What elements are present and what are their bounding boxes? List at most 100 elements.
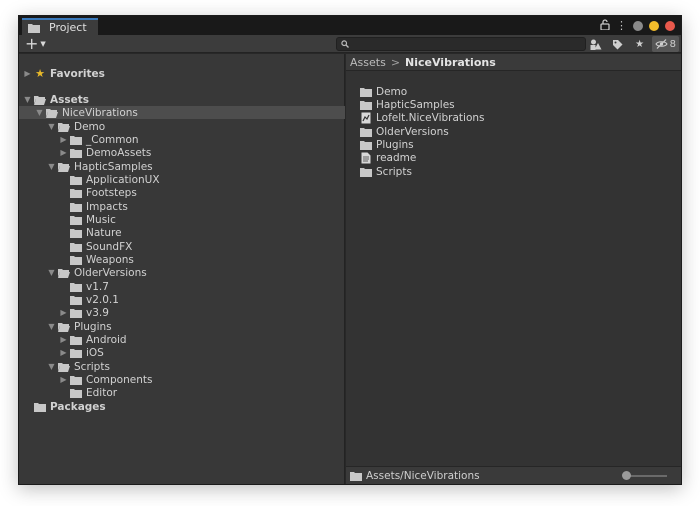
- tab-label: Project: [49, 21, 87, 34]
- folder-tree-panel[interactable]: ▶ ★ Favorites ▼ Assets ▼ NiceVibrations …: [19, 54, 345, 484]
- folder-icon: [70, 214, 82, 226]
- maximize-button[interactable]: [633, 21, 643, 31]
- content-item-plugins[interactable]: Plugins: [360, 138, 414, 151]
- folder-open-icon: [58, 321, 70, 333]
- search-input[interactable]: [353, 38, 573, 50]
- chevron-down-icon[interactable]: ▼: [47, 162, 56, 171]
- tree-item-haptic-samples[interactable]: ▼ HapticSamples: [47, 160, 152, 173]
- icon-size-slider[interactable]: [622, 471, 667, 480]
- content-item-scripts[interactable]: Scripts: [360, 165, 412, 178]
- tree-item-plugins[interactable]: ▼ Plugins: [47, 320, 111, 333]
- folder-icon: [70, 134, 82, 146]
- eye-slash-icon: [654, 39, 668, 49]
- project-window: Project ⋮ + ▼ ★ 8 ▶ ★ Favorites ▼ Assets…: [18, 15, 682, 485]
- search-field[interactable]: [336, 37, 586, 51]
- folder-icon: [70, 374, 82, 386]
- chevron-down-icon[interactable]: ▼: [47, 122, 56, 131]
- tree-item-footsteps[interactable]: Footsteps: [70, 186, 137, 199]
- chevron-right-icon[interactable]: ▶: [59, 135, 68, 144]
- favorite-button[interactable]: ★: [630, 36, 650, 52]
- content-item-lofelt[interactable]: Lofelt.NiceVibrations: [360, 111, 485, 124]
- folder-open-icon: [58, 161, 70, 173]
- chevron-right-icon[interactable]: ▶: [59, 308, 68, 317]
- chevron-down-icon[interactable]: ▼: [47, 322, 56, 331]
- content-item-readme[interactable]: readme: [360, 151, 416, 164]
- folder-icon: [70, 227, 82, 239]
- tree-item-weapons[interactable]: Weapons: [70, 253, 134, 266]
- tree-item-components[interactable]: ▶ Components: [59, 373, 152, 386]
- tree-item-scripts[interactable]: ▼ Scripts: [47, 360, 110, 373]
- folder-icon: [28, 22, 40, 34]
- hidden-count: 8: [669, 38, 676, 50]
- tree-item-ios[interactable]: ▶ iOS: [59, 346, 103, 359]
- chevron-right-icon[interactable]: ▶: [59, 348, 68, 357]
- content-item-haptic-samples[interactable]: HapticSamples: [360, 98, 455, 111]
- folder-icon: [70, 334, 82, 346]
- tree-item-nice-vibrations[interactable]: ▼ NiceVibrations: [35, 106, 137, 119]
- tree-item-editor[interactable]: Editor: [70, 386, 117, 399]
- toolbar: + ▼ ★ 8: [19, 35, 681, 53]
- breadcrumb-assets[interactable]: Assets: [350, 56, 386, 69]
- folder-contents-panel[interactable]: Assets > NiceVibrations Demo HapticSampl…: [346, 54, 681, 484]
- tree-item-soundfx[interactable]: SoundFX: [70, 240, 132, 253]
- text-file-icon: [360, 152, 372, 164]
- search-by-label-button[interactable]: [608, 36, 628, 52]
- tree-item-music[interactable]: Music: [70, 213, 116, 226]
- folder-icon: [70, 307, 82, 319]
- folder-open-icon: [34, 94, 46, 106]
- tree-item-packages[interactable]: Packages: [34, 400, 106, 413]
- tree-item-android[interactable]: ▶ Android: [59, 333, 126, 346]
- breadcrumb: Assets > NiceVibrations: [346, 54, 681, 71]
- chevron-right-icon[interactable]: ▶: [59, 335, 68, 344]
- folder-icon: [70, 281, 82, 293]
- lock-icon[interactable]: [600, 19, 610, 33]
- chevron-down-icon: ▼: [40, 40, 46, 48]
- shapes-icon: [590, 39, 602, 50]
- tree-item-assets[interactable]: ▼ Assets: [23, 93, 89, 106]
- tree-item-demo[interactable]: ▼ Demo: [47, 120, 105, 133]
- tree-item-demo-assets[interactable]: ▶ DemoAssets: [59, 146, 151, 159]
- content-item-demo[interactable]: Demo: [360, 85, 407, 98]
- tree-item-nature[interactable]: Nature: [70, 226, 122, 239]
- tree-item-older-versions[interactable]: ▼ OlderVersions: [47, 266, 146, 279]
- content-item-older-versions[interactable]: OlderVersions: [360, 125, 449, 138]
- tree-item-favorites[interactable]: ▶ ★ Favorites: [23, 67, 104, 80]
- tree-item-application-ux[interactable]: ApplicationUX: [70, 173, 160, 186]
- folder-icon: [360, 126, 372, 138]
- star-icon: ★: [35, 67, 45, 80]
- folder-icon: [70, 387, 82, 399]
- hidden-packages-button[interactable]: 8: [651, 36, 679, 52]
- breadcrumb-current[interactable]: NiceVibrations: [405, 56, 496, 69]
- tree-item-v2-0-1[interactable]: v2.0.1: [70, 293, 119, 306]
- tree-item-v1-7[interactable]: v1.7: [70, 280, 109, 293]
- breadcrumb-separator: >: [390, 55, 401, 69]
- folder-icon: [70, 187, 82, 199]
- assembly-definition-icon: [360, 112, 372, 124]
- folder-icon: [70, 254, 82, 266]
- chevron-right-icon[interactable]: ▶: [59, 148, 68, 157]
- more-options-icon[interactable]: ⋮: [616, 20, 627, 32]
- create-button[interactable]: + ▼: [25, 35, 46, 53]
- folder-open-icon: [46, 107, 58, 119]
- tree-item-v3-9[interactable]: ▶ v3.9: [59, 306, 109, 319]
- chevron-right-icon[interactable]: ▶: [59, 375, 68, 384]
- minimize-button[interactable]: [649, 21, 659, 31]
- search-by-type-button[interactable]: [586, 36, 606, 52]
- tree-item-common[interactable]: ▶ _Common: [59, 133, 138, 146]
- folder-open-icon: [58, 361, 70, 373]
- chevron-down-icon[interactable]: ▼: [35, 108, 44, 117]
- folder-icon: [360, 166, 372, 178]
- tree-item-impacts[interactable]: Impacts: [70, 200, 128, 213]
- chevron-down-icon[interactable]: ▼: [47, 268, 56, 277]
- chevron-down-icon[interactable]: ▼: [47, 362, 56, 371]
- search-icon: [341, 38, 349, 51]
- chevron-right-icon[interactable]: ▶: [23, 69, 32, 78]
- folder-icon: [70, 347, 82, 359]
- tag-icon: [613, 39, 623, 49]
- tab-project[interactable]: Project: [22, 18, 98, 35]
- selected-path: Assets/NiceVibrations: [366, 469, 480, 482]
- folder-icon: [70, 174, 82, 186]
- close-button[interactable]: [665, 21, 675, 31]
- slider-thumb[interactable]: [622, 471, 631, 480]
- chevron-down-icon[interactable]: ▼: [23, 95, 32, 104]
